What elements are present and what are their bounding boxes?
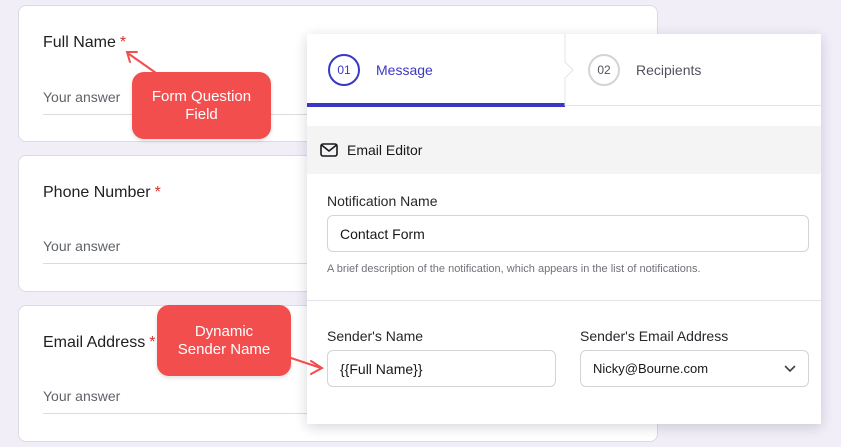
callout-line-2: Sender Name xyxy=(177,340,271,358)
question-title-text: Full Name xyxy=(43,34,116,51)
step-number: 01 xyxy=(328,54,360,86)
sender-email-label: Sender's Email Address xyxy=(580,328,729,344)
chevron-divider-icon xyxy=(564,34,574,106)
required-mark: * xyxy=(154,184,161,201)
tab-recipients[interactable]: 02 Recipients xyxy=(565,34,821,106)
sender-name-input[interactable]: {{Full Name}} xyxy=(327,350,556,387)
question-title-text: Phone Number xyxy=(43,184,151,201)
sender-email-value: Nicky@Bourne.com xyxy=(593,361,709,376)
callout-line-2: Field xyxy=(185,105,218,123)
tab-label: Message xyxy=(376,62,433,78)
question-title: Phone Number * xyxy=(43,184,161,202)
answer-input[interactable]: Your answer xyxy=(43,238,313,264)
question-title: Email Address * xyxy=(43,334,156,352)
notification-panel: 01 Message 02 Recipients Email Editor No… xyxy=(307,34,821,424)
notification-name-label: Notification Name xyxy=(327,193,438,209)
tab-label: Recipients xyxy=(636,62,702,78)
divider xyxy=(307,300,821,301)
tab-message[interactable]: 01 Message xyxy=(307,34,565,107)
callout-form-question-field: Form Question Field xyxy=(132,72,271,139)
callout-line-1: Form Question xyxy=(151,87,252,105)
required-mark: * xyxy=(149,334,156,351)
step-number: 02 xyxy=(588,54,620,86)
email-editor-bar[interactable]: Email Editor xyxy=(307,126,821,174)
notification-name-input[interactable]: Contact Form xyxy=(327,215,809,252)
callout-line-1: Dynamic xyxy=(194,322,254,340)
email-editor-label: Email Editor xyxy=(347,142,423,158)
mail-icon xyxy=(320,143,338,157)
question-title-text: Email Address xyxy=(43,334,146,351)
required-mark: * xyxy=(119,34,127,51)
step-tabs: 01 Message 02 Recipients xyxy=(307,34,821,107)
sender-name-label: Sender's Name xyxy=(327,328,424,344)
sender-email-select[interactable]: Nicky@Bourne.com xyxy=(580,350,809,387)
chevron-down-icon xyxy=(784,365,796,373)
notification-name-help: A brief description of the notification,… xyxy=(327,263,701,275)
answer-input[interactable]: Your answer xyxy=(43,388,313,414)
callout-dynamic-sender-name: Dynamic Sender Name xyxy=(157,305,291,376)
question-title: Full Name * xyxy=(43,34,126,52)
